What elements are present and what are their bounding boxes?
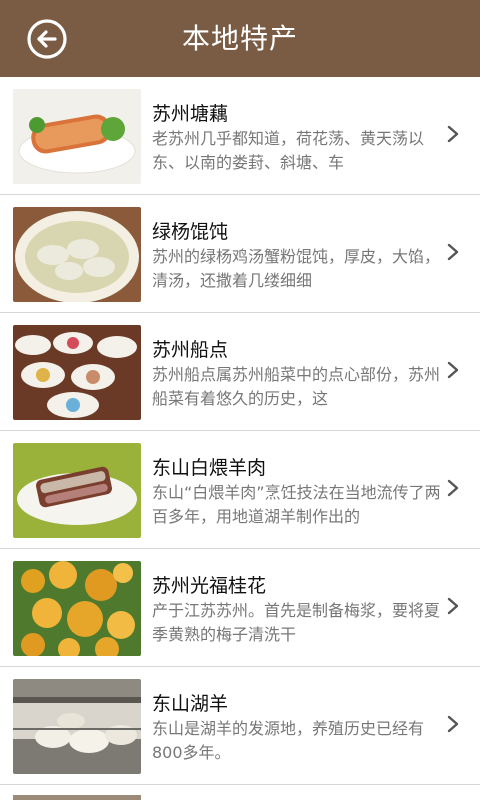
item-description: 东山“白煨羊肉”烹饪技法在当地流传了两百多年，用地道湖羊制作出的 [152,483,441,526]
list-item[interactable]: 苏州光福桂花 产于江苏苏州。首先是制备梅浆，要将夏季黄熟的梅子清洗干 [0,549,480,667]
item-description: 苏州的绿杨鸡汤蟹粉馄饨，厚皮，大馅，清汤，还撒着几缕细细 [152,247,441,290]
item-description: 产于江苏苏州。首先是制备梅浆，要将夏季黄熟的梅子清洗干 [152,601,441,644]
chevron-right-icon [447,243,459,261]
page-title: 本地特产 [181,22,298,55]
app-header: 本地特产 [0,0,480,77]
item-thumbnail [13,89,141,184]
item-title: 绿杨馄饨 [152,221,229,243]
item-description: 苏州船点属苏州船菜中的点心部份，苏州船菜有着悠久的历史，这 [152,365,441,408]
item-thumbnail [13,207,141,302]
specialty-list: 苏州塘藕 老苏州几乎都知道，荷花荡、黄天荡以东、以南的娄葑、斜塘、车 绿杨馄饨 … [0,77,480,785]
chevron-right-icon [447,361,459,379]
item-title: 苏州光福桂花 [152,575,267,597]
list-item[interactable]: 东山白煨羊肉 东山“白煨羊肉”烹饪技法在当地流传了两百多年，用地道湖羊制作出的 [0,431,480,549]
item-thumbnail [13,561,141,656]
list-item[interactable]: 绿杨馄饨 苏州的绿杨鸡汤蟹粉馄饨，厚皮，大馅，清汤，还撒着几缕细细 [0,195,480,313]
list-item-partial[interactable] [0,785,480,800]
list-item[interactable]: 苏州船点 苏州船点属苏州船菜中的点心部份，苏州船菜有着悠久的历史，这 [0,313,480,431]
item-thumbnail [13,679,141,774]
item-title: 苏州船点 [152,339,229,361]
list-item[interactable]: 东山湖羊 东山是湖羊的发源地，养殖历史已经有800多年。 [0,667,480,785]
item-thumbnail [13,795,141,800]
item-description: 老苏州几乎都知道，荷花荡、黄天荡以东、以南的娄葑、斜塘、车 [152,129,425,172]
list-item[interactable]: 苏州塘藕 老苏州几乎都知道，荷花荡、黄天荡以东、以南的娄葑、斜塘、车 [0,77,480,195]
chevron-right-icon [447,125,459,143]
item-thumbnail [13,325,141,420]
item-title: 东山白煨羊肉 [152,457,267,479]
item-title: 苏州塘藕 [152,103,229,125]
chevron-right-icon [447,715,459,733]
chevron-right-icon [447,479,459,497]
item-title: 东山湖羊 [152,693,229,715]
item-thumbnail [13,443,141,538]
item-description: 东山是湖羊的发源地，养殖历史已经有800多年。 [152,719,425,762]
chevron-right-icon [447,597,459,615]
